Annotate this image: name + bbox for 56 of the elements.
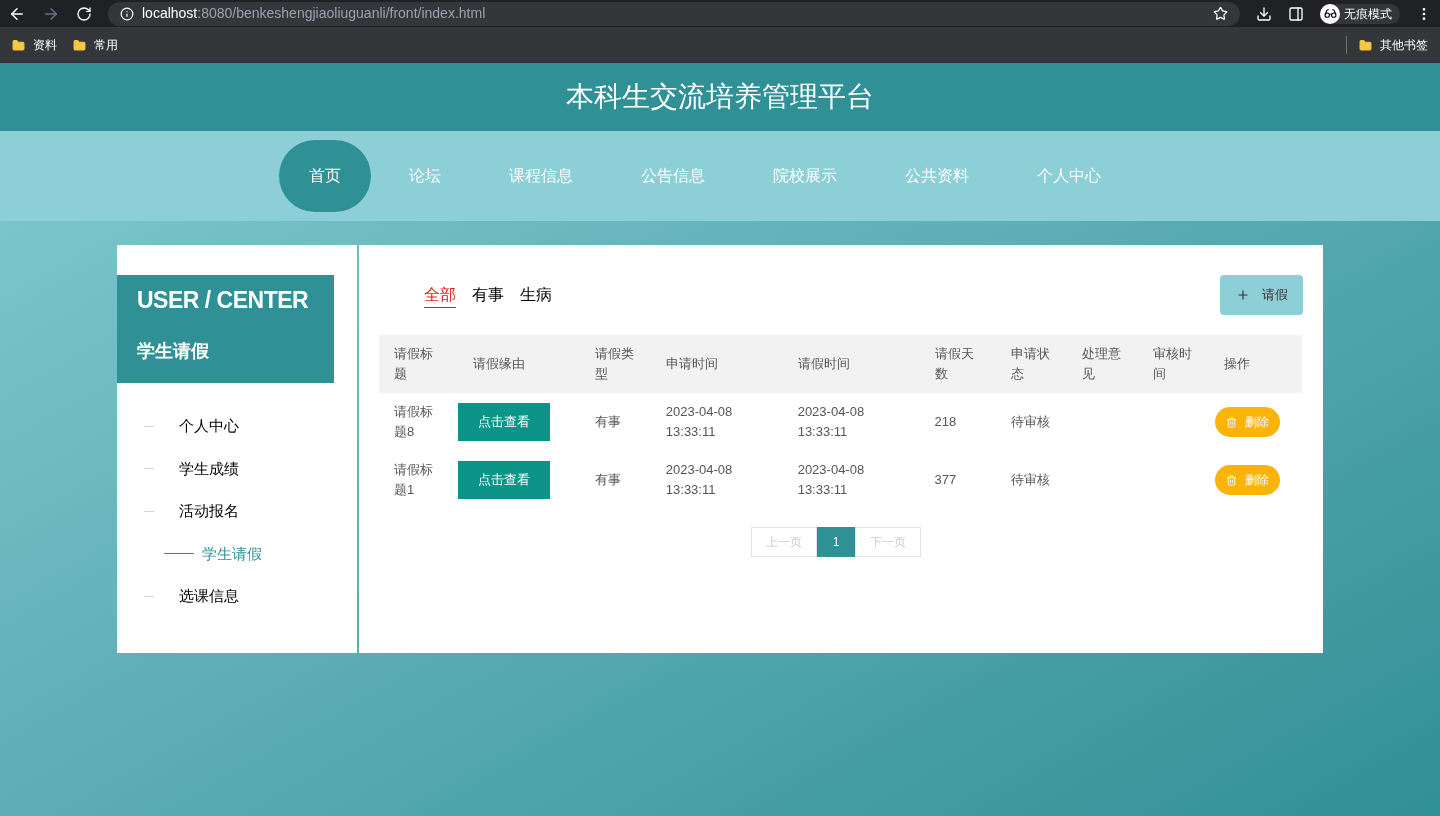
sidebar-item[interactable]: 学生成绩 xyxy=(117,447,357,490)
column-header: 审核时间 xyxy=(1137,335,1209,393)
trash-icon xyxy=(1225,416,1237,428)
site-title: 本科生交流培养管理平台 xyxy=(566,80,874,114)
table-cell-text: 待审核 xyxy=(1009,471,1051,489)
table-cell-text: 2023-04-08 13:33:11 xyxy=(796,461,866,499)
column-header: 操作 xyxy=(1208,335,1302,393)
info-icon xyxy=(120,6,134,21)
sidebar-item[interactable]: 选课信息 xyxy=(117,575,357,618)
address-bar[interactable]: localhost:8080/benkeshengjiaoliuguanli/front/index.html xyxy=(108,1,1240,26)
table-cell: 有事 xyxy=(579,393,651,451)
side-panel-icon[interactable] xyxy=(1288,5,1304,22)
column-header: 请假时间 xyxy=(782,335,920,393)
folder-icon xyxy=(73,38,86,52)
bookmark-item[interactable]: 其他书签 xyxy=(1346,36,1428,54)
table-cell: 请假标题8 xyxy=(379,393,459,451)
plus-icon xyxy=(1235,288,1250,302)
column-header: 申请时间 xyxy=(650,335,783,393)
incognito-badge[interactable]: 无痕模式 xyxy=(1320,3,1400,24)
view-reason-button[interactable]: 点击查看 xyxy=(458,403,551,441)
trash-icon xyxy=(1225,474,1237,486)
filter-tab[interactable]: 有事 xyxy=(472,282,504,308)
nav-tab[interactable]: 首页 xyxy=(279,140,371,212)
table-cell-text: 377 xyxy=(933,471,958,489)
sidebar-heading: USER / CENTER xyxy=(137,286,310,315)
add-leave-button[interactable]: 请假 xyxy=(1220,275,1303,315)
view-reason-button[interactable]: 点击查看 xyxy=(458,461,551,499)
column-header: 申请状态 xyxy=(995,335,1067,393)
download-icon[interactable] xyxy=(1256,5,1272,22)
folder-icon xyxy=(1359,38,1372,52)
sidebar-item[interactable]: 个人中心 xyxy=(117,405,357,448)
table-cell: 2023-04-08 13:33:11 xyxy=(782,393,920,451)
table-cell: 2023-04-08 13:33:11 xyxy=(650,393,783,451)
table-cell: 218 xyxy=(919,393,996,451)
url-text: localhost:8080/benkeshengjiaoliuguanli/front/index.html xyxy=(142,4,486,23)
filter-tab[interactable]: 全部 xyxy=(424,282,456,308)
bookmark-item[interactable]: 资料 xyxy=(12,36,57,54)
table-cell: 待审核 xyxy=(995,393,1067,451)
reload-icon[interactable] xyxy=(76,5,92,22)
table-cell-text: 有事 xyxy=(593,471,622,489)
sidebar-item[interactable]: 活动报名 xyxy=(117,490,357,533)
filter-tab[interactable]: 生病 xyxy=(520,282,552,308)
table-cell: 请假标题1 xyxy=(379,451,459,509)
column-header: 处理意见 xyxy=(1066,335,1138,393)
column-header: 请假标题 xyxy=(379,335,459,393)
sidebar-item[interactable]: 学生请假 xyxy=(117,532,357,575)
column-header: 请假缘由 xyxy=(458,335,580,393)
incognito-icon xyxy=(1320,3,1340,24)
column-header: 请假类型 xyxy=(579,335,651,393)
table-cell-text: 2023-04-08 13:33:11 xyxy=(664,461,734,499)
folder-icon xyxy=(12,38,25,52)
bookmark-item[interactable]: 常用 xyxy=(73,36,118,54)
page-button[interactable]: 1 xyxy=(817,527,855,557)
column-header: 请假天数 xyxy=(919,335,996,393)
sidebar-subheading: 学生请假 xyxy=(137,339,210,363)
bookmark-star-icon[interactable] xyxy=(1213,6,1228,21)
